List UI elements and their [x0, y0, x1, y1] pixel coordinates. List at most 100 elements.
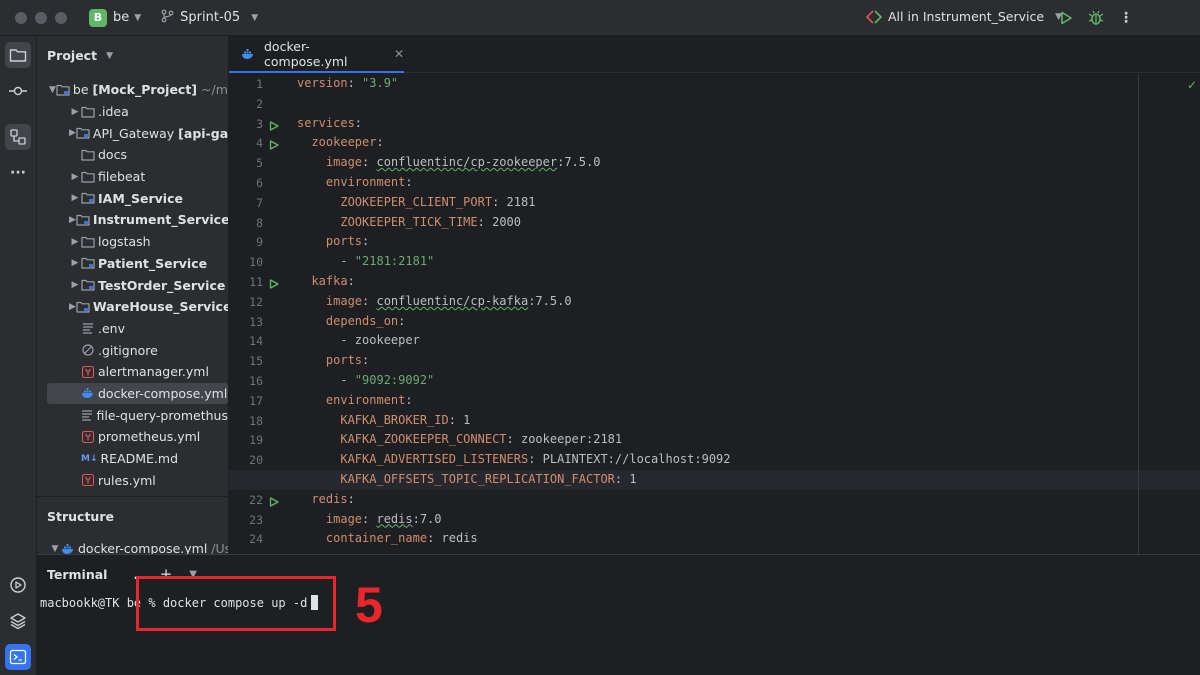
tree-item[interactable]: ▶. idea [37, 101, 228, 123]
project-switcher[interactable]: be [113, 10, 129, 25]
more-icon[interactable]: ··· [5, 160, 31, 186]
chevron-right-icon[interactable]: ▶ [69, 215, 76, 225]
chevron-down-icon[interactable]: ▼ [49, 85, 56, 95]
yaml-value: : [405, 175, 413, 189]
close-icon[interactable]: ✕ [394, 47, 404, 61]
run-gutter-icon[interactable] [269, 495, 279, 507]
code-line[interactable]: ports: [297, 351, 1200, 371]
code-line[interactable]: version: "3.9" [297, 74, 1200, 94]
code-line[interactable]: redis: [297, 490, 1200, 510]
services-icon[interactable] [5, 572, 31, 598]
run-gutter-icon[interactable] [269, 119, 279, 131]
chevron-right-icon[interactable]: ▶ [69, 107, 81, 117]
tree-item-label: alertmanager.yml [98, 364, 209, 380]
yaml-key: image [325, 155, 363, 170]
terminal-panel: Terminal ... + ▼ macbookk@TK be % docker… [37, 554, 1200, 675]
chevron-down-icon[interactable]: ▼ [134, 13, 141, 23]
tree-item[interactable]: file-query-promethus [37, 404, 228, 426]
chevron-down-icon[interactable]: ▼ [106, 51, 113, 61]
debug-icon[interactable] [1087, 9, 1105, 27]
project-badge[interactable]: B [89, 8, 107, 27]
code-line[interactable]: ZOOKEEPER_TICK_TIME: 2000 [297, 213, 1200, 233]
tree-item[interactable]: M↓ README.md [37, 448, 228, 470]
yaml-key: KAFKA_OFFSETS_TOPIC_REPLICATION_FACTOR [340, 472, 615, 486]
commit-icon[interactable] [5, 78, 31, 104]
tree-item[interactable]: alertmanager.yml [37, 361, 228, 383]
folder-icon[interactable] [5, 42, 31, 68]
annotation-highlight-box [136, 576, 336, 631]
code-line[interactable]: container_name: redis [297, 529, 1200, 549]
tree-root[interactable]: ▼ be [Mock_Project] ~/moc [37, 79, 228, 101]
structure-icon[interactable] [5, 124, 31, 150]
window-controls[interactable] [15, 11, 67, 24]
tree-item-label: filebeat [98, 169, 146, 185]
terminal-icon[interactable] [5, 644, 31, 670]
tree-item-label: docker-compose.yml [98, 385, 228, 401]
tree-item[interactable]: ▶ IAM_Service [37, 187, 228, 209]
line-number: 2 [256, 96, 263, 111]
chevron-down-icon[interactable]: ▼ [49, 544, 61, 554]
code-line[interactable]: kafka: [297, 272, 1200, 292]
chevron-right-icon[interactable]: ▶ [69, 280, 81, 290]
yaml-value: : [362, 155, 377, 170]
code-line[interactable] [297, 94, 1200, 114]
code-line[interactable]: KAFKA_BROKER_ID: 1 [297, 411, 1200, 431]
tree-item-label: Instrument_Service [92, 212, 228, 228]
line-number: 17 [249, 393, 263, 408]
tree-item[interactable]: docker-compose.yml [47, 382, 228, 405]
chevron-right-icon[interactable]: ▶ [69, 193, 81, 203]
tree-item[interactable]: prometheus.yml [37, 426, 228, 448]
code-line[interactable]: image: redis:7.0 [297, 510, 1200, 530]
tree-item[interactable]: ▶ filebeat [37, 166, 228, 188]
code-line[interactable]: KAFKA_ZOOKEEPER_CONNECT: zookeeper:2181 [297, 430, 1200, 450]
code-line[interactable]: - "9092:9092" [297, 371, 1200, 391]
tree-item[interactable]: docs [37, 144, 228, 166]
title-bar: B be ▼ Sprint-05 ▼ All in Instrument_Ser… [0, 0, 1200, 36]
code-line[interactable]: KAFKA_ADVERTISED_LISTENERS: PLAINTEXT://… [297, 450, 1200, 470]
code-line[interactable]: image: confluentinc/cp-kafka:7.5.0 [297, 292, 1200, 312]
tree-item-label: TestOrder_Service [98, 277, 226, 293]
tree-item[interactable]: ▶ logstash [37, 231, 228, 253]
branch-switcher[interactable]: Sprint-05 ▼ [161, 9, 258, 27]
chevron-right-icon[interactable]: ▶ [69, 302, 76, 312]
code-line[interactable]: ports: [297, 232, 1200, 252]
run-gutter-icon[interactable] [269, 138, 279, 151]
code-line[interactable]: zookeeper: [297, 133, 1200, 153]
code-line[interactable]: KAFKA_OFFSETS_TOPIC_REPLICATION_FACTOR: … [229, 470, 1200, 490]
tree-item[interactable]: ▶ WareHouse_Service [37, 296, 228, 318]
minimize-window-button[interactable] [35, 11, 47, 24]
line-number: 11 [249, 275, 263, 289]
tree-item[interactable]: ▶ Patient_Service [37, 253, 228, 275]
layers-icon[interactable] [5, 608, 31, 634]
structure-root[interactable]: ▼ docker-compose.yml /Us [49, 541, 228, 554]
code-line[interactable]: - zookeeper [297, 331, 1200, 351]
tree-item[interactable]: rules.yml [37, 469, 228, 491]
chevron-right-icon[interactable]: ▶ [69, 258, 81, 268]
code-line[interactable]: image: confluentinc/cp-zookeeper:7.5.0 [297, 153, 1200, 173]
chevron-right-icon[interactable]: ▶ [69, 172, 81, 182]
tree-item[interactable]: ▶ Instrument_Service [37, 209, 228, 231]
close-window-button[interactable] [15, 11, 27, 24]
code-line[interactable]: environment: [297, 391, 1200, 411]
tree-item[interactable]: ▶ TestOrder_Service [37, 274, 228, 296]
run-gutter-icon[interactable] [269, 277, 279, 289]
chevron-right-icon[interactable]: ▶ [69, 128, 76, 138]
editor-tab-docker-compose[interactable]: docker-compose.yml ✕ [229, 36, 404, 73]
tree-item[interactable]: .env [37, 318, 228, 340]
tree-item[interactable]: .gitignore [37, 339, 228, 361]
more-icon[interactable]: ⋮ [1117, 9, 1135, 27]
code-line[interactable]: environment: [297, 173, 1200, 193]
chevron-right-icon[interactable]: ▶ [69, 237, 81, 247]
yaml-value: : PLAINTEXT://localhost:9092 [528, 452, 731, 467]
code-line[interactable]: ZOOKEEPER_CLIENT_PORT: 2181 [297, 193, 1200, 213]
code-line[interactable]: services: [297, 114, 1200, 134]
run-config-selector[interactable]: All in Instrument_Service ▼ [866, 9, 1062, 24]
run-icon[interactable] [1057, 9, 1075, 27]
project-panel-header[interactable]: Project ▼ [47, 48, 113, 63]
code-line[interactable]: - "2181:2181" [297, 252, 1200, 272]
tree-item[interactable]: ▶ API_Gateway[api-gate [37, 122, 228, 144]
code-line[interactable]: depends_on: [297, 312, 1200, 332]
zoom-window-button[interactable] [55, 11, 67, 24]
yaml-value: :7.5.0 [557, 155, 601, 170]
terminal-tab[interactable]: Terminal [47, 567, 107, 582]
